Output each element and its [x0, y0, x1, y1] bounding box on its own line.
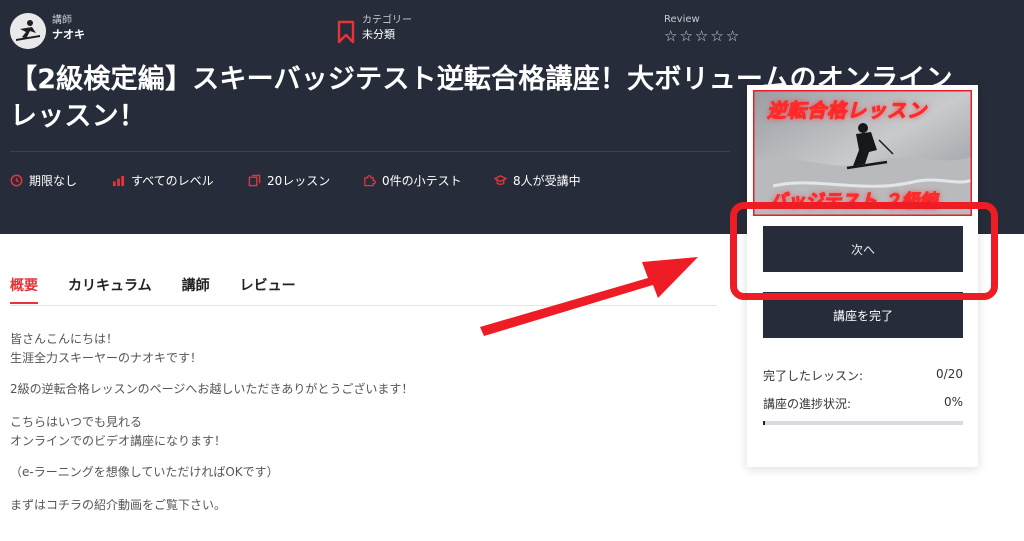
category-value[interactable]: 未分類: [362, 27, 412, 43]
overview-line: 2級の逆転合格レッスンのページへお越しいただきありがとうございます！: [10, 382, 414, 396]
overview-paragraph: こちらはいつでも見れる オンラインでのビデオ講座になります！: [10, 413, 226, 451]
progress-bar: [763, 421, 963, 425]
course-progress-row: 講座の進捗状況: 0%: [763, 395, 963, 412]
stat-lessons: 20レッスン: [248, 170, 330, 190]
stat-duration: 期限なし: [10, 170, 77, 190]
copy-icon: [248, 174, 261, 186]
overview-line: 皆さんこんにちは！: [10, 332, 119, 346]
stat-text: 0件の小テスト: [382, 173, 462, 188]
overview-line: （e-ラーニングを想像していただければOKです）: [10, 465, 279, 479]
overview-paragraph: 2級の逆転合格レッスンのページへお越しいただきありがとうございます！: [10, 380, 413, 399]
bookmark-icon: [337, 20, 355, 44]
tab-instructor[interactable]: 講師: [182, 276, 210, 300]
overview-paragraph: （e-ラーニングを想像していただければOKです）: [10, 463, 279, 482]
star-icon: ☆: [710, 27, 724, 45]
tab-overview[interactable]: 概要: [10, 276, 38, 304]
stat-text: 期限なし: [29, 173, 78, 188]
overview-paragraph: 皆さんこんにちは！ 生涯全力スキーヤーのナオキです！: [10, 330, 202, 368]
course-tabs: 概要 カリキュラム 講師 レビュー: [10, 276, 326, 304]
stat-students: 8人が受講中: [494, 170, 581, 190]
annotation-arrow-icon: [480, 257, 698, 336]
overview-line: まずはコチラの紹介動画をご覧下さい。: [10, 498, 227, 512]
category-label: カテゴリー: [362, 15, 412, 26]
stat-level: すべてのレベル: [112, 170, 214, 190]
star-rating: ☆ ☆ ☆ ☆ ☆: [664, 28, 739, 44]
course-progress-label: 講座の進捗状況:: [763, 397, 852, 411]
graduation-icon: [494, 174, 507, 185]
completed-lessons-row: 完了したレッスン: 0/20: [763, 367, 963, 384]
stat-text: 20レッスン: [267, 173, 331, 188]
instructor-label: 講師: [52, 15, 72, 26]
stat-text: すべてのレベル: [131, 173, 214, 188]
completed-lessons-label: 完了したレッスン:: [763, 369, 864, 383]
stat-quizzes: 0件の小テスト: [363, 170, 462, 190]
course-thumbnail[interactable]: 逆転合格レッスン バッジテスト ２級編: [753, 90, 972, 216]
clock-icon: [10, 174, 23, 186]
overview-line: 生涯全力スキーヤーのナオキです！: [10, 351, 203, 365]
overview-line: オンラインでのビデオ講座になります！: [10, 434, 227, 448]
instructor-name[interactable]: ナオキ: [52, 27, 85, 43]
annotation-highlight-box: [730, 202, 998, 300]
course-meta: 講師 ナオキ カテゴリー 未分類 Review ☆ ☆ ☆ ☆ ☆: [0, 10, 1024, 50]
progress-bar-fill: [763, 421, 765, 425]
instructor-block[interactable]: 講師 ナオキ: [52, 14, 85, 43]
tab-reviews[interactable]: レビュー: [240, 276, 296, 300]
hero-divider: [10, 151, 730, 152]
tab-curriculum[interactable]: カリキュラム: [68, 276, 152, 300]
avatar[interactable]: [10, 13, 46, 49]
category-block: カテゴリー 未分類: [362, 14, 412, 43]
thumbnail-top-text: 逆転合格レッスン: [766, 100, 928, 123]
overview-line: こちらはいつでも見れる: [10, 415, 143, 429]
bars-icon: [112, 175, 125, 186]
course-progress-value: 0%: [943, 395, 963, 409]
star-icon: ☆: [725, 27, 740, 45]
completed-lessons-value: 0/20: [936, 367, 963, 381]
review-label: Review: [664, 14, 700, 25]
star-icon: ☆: [679, 27, 693, 45]
puzzle-icon: [364, 174, 376, 186]
review-block: Review ☆ ☆ ☆ ☆ ☆: [664, 13, 739, 44]
overview-paragraph: まずはコチラの紹介動画をご覧下さい。: [10, 496, 226, 515]
star-icon: ☆: [694, 27, 709, 45]
stat-text: 8人が受講中: [513, 173, 581, 188]
star-icon: ☆: [664, 27, 678, 45]
